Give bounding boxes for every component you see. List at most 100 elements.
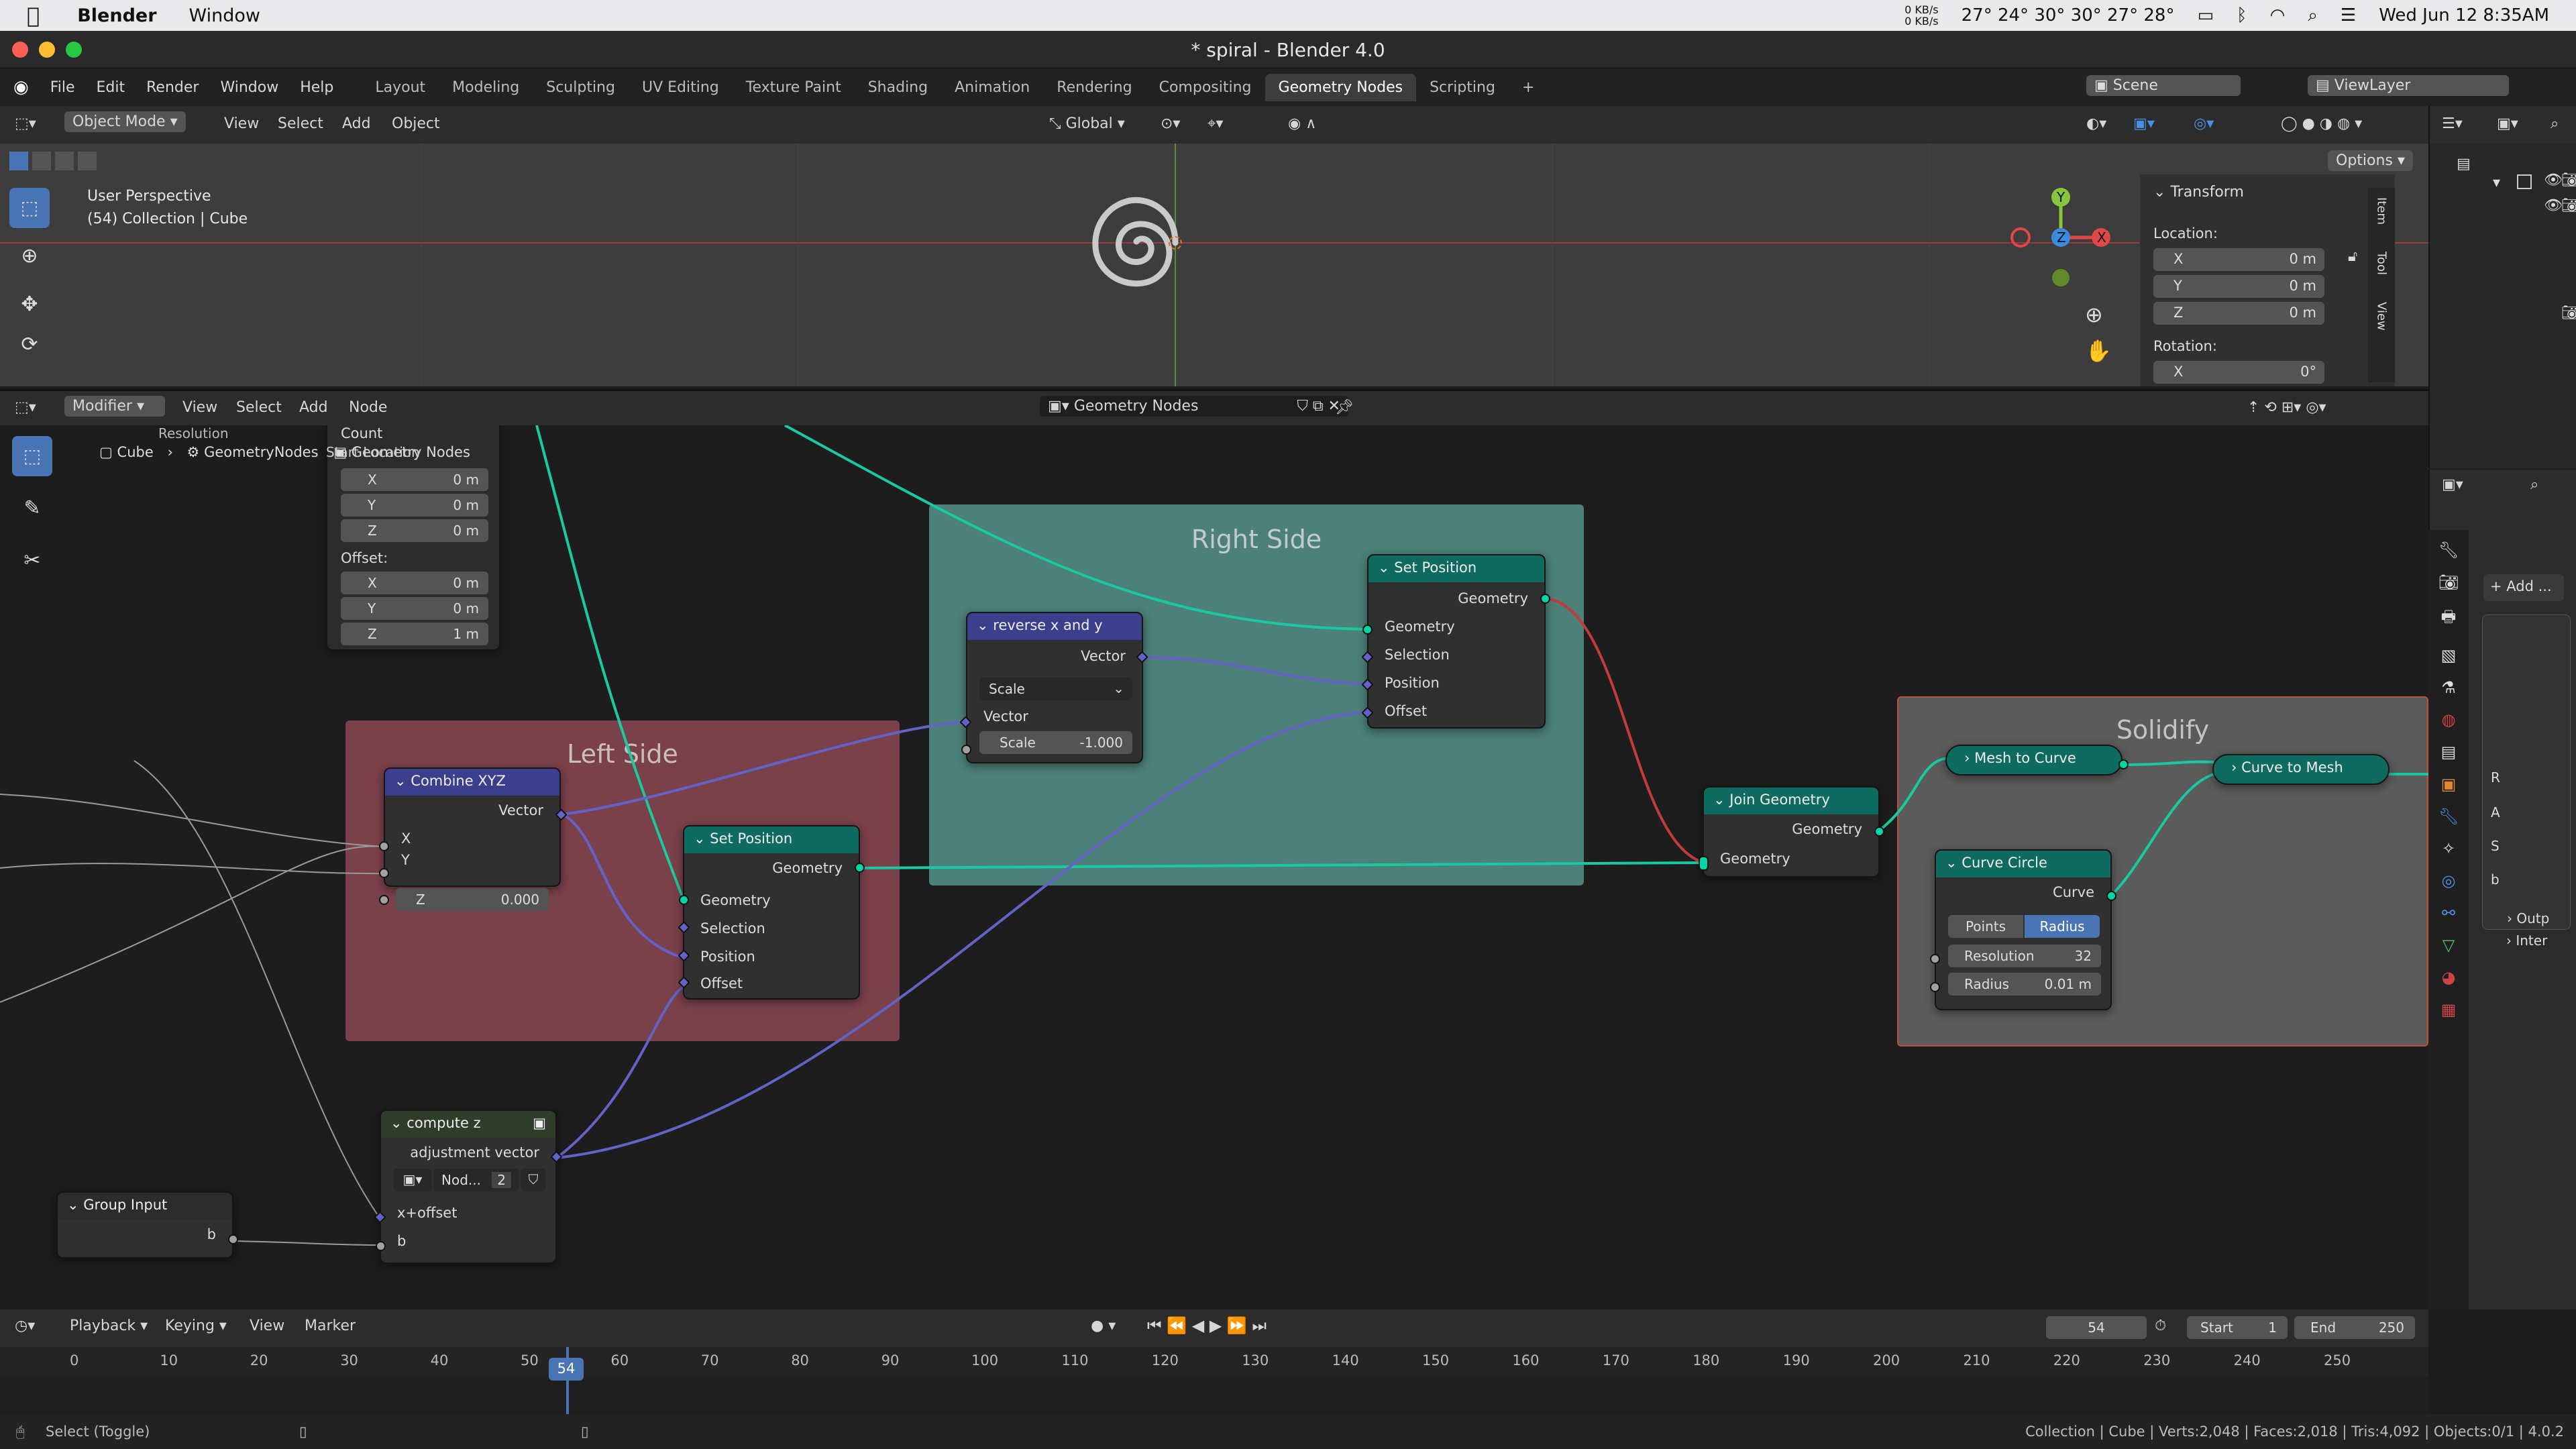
tree-actions-icons[interactable]: ⛉ ⧉ ✕ bbox=[1297, 398, 1340, 415]
snap-icon[interactable]: ⌖▾ bbox=[1208, 115, 1223, 132]
material-tab-icon[interactable]: ◕ bbox=[2442, 968, 2456, 987]
constraints-tab-icon[interactable]: ⚯ bbox=[2442, 904, 2455, 922]
node-header[interactable]: ⌄ reverse x and y bbox=[967, 613, 1142, 640]
record-icon[interactable]: ● ▾ bbox=[1091, 1318, 1116, 1334]
offset-z-field[interactable]: Z 1 m bbox=[341, 623, 488, 645]
node-header[interactable]: ⌄ Join Geometry bbox=[1704, 788, 1878, 814]
physics-tab-icon[interactable]: ◎ bbox=[2442, 871, 2456, 890]
start-x-field[interactable]: X 0 m bbox=[341, 468, 488, 491]
search-icon[interactable]: ⌕ bbox=[2308, 5, 2318, 26]
output-tab-icon[interactable]: 🖶 bbox=[2441, 605, 2457, 633]
start-z-field[interactable]: Z 0 m bbox=[341, 519, 488, 542]
parent-node-tree-icon[interactable]: ⇡ ⟲ ⊞▾ ◎▾ bbox=[2247, 399, 2326, 416]
menu-help[interactable]: Help bbox=[300, 79, 333, 96]
viewport-3d[interactable]: ⬚ ⊕ ✥ ⟳ User Perspective (54) Collection… bbox=[0, 144, 2428, 386]
offset-x-field[interactable]: X 0 m bbox=[341, 572, 488, 594]
operation-dropdown[interactable]: Scale ⌄ bbox=[979, 678, 1132, 700]
texture-tab-icon[interactable]: ▦ bbox=[2441, 1000, 2457, 1019]
node-header[interactable]: › Curve to Mesh bbox=[2214, 755, 2388, 782]
tab-geometry-nodes[interactable]: Geometry Nodes bbox=[1265, 73, 1417, 101]
blender-logo-icon[interactable]: ◉ bbox=[13, 77, 29, 97]
node-combine-xyz[interactable]: ⌄ Combine XYZ Vector X Y bbox=[384, 767, 561, 887]
fake-user-icon[interactable]: ⛉ bbox=[521, 1169, 546, 1191]
node-header[interactable]: ⌄ Set Position bbox=[1368, 555, 1544, 582]
tab-uv-editing[interactable]: UV Editing bbox=[629, 74, 733, 101]
menu-edit[interactable]: Edit bbox=[97, 79, 125, 96]
menu-keying[interactable]: Keying ▾ bbox=[165, 1318, 227, 1334]
menu-window[interactable]: Window bbox=[189, 5, 260, 26]
socket[interactable] bbox=[1699, 856, 1709, 871]
scene-selector[interactable]: ▣ Scene bbox=[2086, 75, 2241, 96]
socket[interactable] bbox=[1362, 625, 1373, 635]
tab-item[interactable]: Item bbox=[2375, 197, 2389, 225]
socket[interactable] bbox=[2118, 759, 2129, 769]
gizmo-icon[interactable]: ▣▾ bbox=[2133, 115, 2155, 132]
node-header[interactable]: ⌄ Group Input bbox=[58, 1193, 232, 1220]
outliner[interactable]: ☰▾ ▣▾ ⌕ ▤ ▾ 👁︎ 📷︎ 👁︎ 📷︎ 📷︎ bbox=[2428, 106, 2576, 468]
start-frame-field[interactable]: Start 1 bbox=[2187, 1316, 2288, 1339]
socket[interactable] bbox=[1540, 594, 1550, 604]
node-compute-z[interactable]: ⌄ compute z ▣ adjustment vector ▣▾ Nod...… bbox=[380, 1110, 557, 1264]
scene-tab-icon[interactable]: ⚗ bbox=[2441, 678, 2456, 697]
outputs-panel[interactable]: › Outp bbox=[2507, 910, 2549, 926]
socket[interactable] bbox=[376, 1241, 386, 1251]
select-box-tool-icon[interactable]: ⬚ bbox=[9, 188, 50, 228]
tab-modeling[interactable]: Modeling bbox=[439, 74, 533, 101]
tab-view[interactable]: View bbox=[2375, 302, 2389, 331]
location-z-field[interactable]: Z 0 m bbox=[2153, 302, 2324, 325]
menu-view[interactable]: View bbox=[250, 1318, 284, 1334]
pin-icon[interactable]: 📌︎ bbox=[1335, 399, 1354, 416]
properties-editor-icon[interactable]: ▣▾ bbox=[2442, 476, 2463, 493]
eye-icon[interactable]: 👁︎ bbox=[2544, 197, 2563, 214]
modifier-context-dropdown[interactable]: Modifier ▾ bbox=[64, 396, 165, 417]
wifi-icon[interactable]: ◠ bbox=[2270, 5, 2286, 25]
node-reverse-x-and-y[interactable]: ⌄ reverse x and y Vector Scale ⌄ Vector S… bbox=[966, 612, 1143, 763]
tab-sculpting[interactable]: Sculpting bbox=[533, 74, 629, 101]
socket[interactable] bbox=[1930, 954, 1940, 964]
navigation-gizmo[interactable]: Y Z X bbox=[1999, 184, 2120, 305]
collection-icon[interactable]: ▤ bbox=[2457, 156, 2471, 172]
combine-z-field[interactable]: Z 0.000 bbox=[396, 888, 549, 911]
node-join-geometry[interactable]: ⌄ Join Geometry Geometry Geometry bbox=[1703, 786, 1880, 877]
scale-field[interactable]: Scale -1.000 bbox=[979, 731, 1132, 754]
editor-type-icon[interactable]: ⬚▾ bbox=[15, 115, 36, 132]
menu-object[interactable]: Object bbox=[392, 115, 440, 132]
mode-radius-button[interactable]: Radius bbox=[2025, 915, 2100, 938]
battery-icon[interactable]: ▭ bbox=[2197, 5, 2214, 25]
socket[interactable] bbox=[1930, 982, 1940, 992]
breadcrumb-object[interactable]: Cube bbox=[117, 444, 154, 460]
camera-icon[interactable]: 📷︎ bbox=[2561, 197, 2576, 214]
node-tree-selector[interactable]: ▣▾ Geometry Nodes ⛉ ⧉ ✕ bbox=[1040, 396, 1348, 417]
data-tab-icon[interactable]: ▽ bbox=[2443, 936, 2455, 955]
world-tab-icon[interactable]: ◍ bbox=[2442, 710, 2456, 729]
viewlayer-selector[interactable]: ▤ ViewLayer bbox=[2308, 75, 2509, 96]
add-workspace-icon[interactable]: + bbox=[1509, 74, 1548, 101]
select-subtract-icon[interactable] bbox=[55, 152, 74, 170]
collection-tab-icon[interactable]: ▤ bbox=[2441, 743, 2457, 761]
mode-points-button[interactable]: Points bbox=[1948, 915, 2023, 938]
proportional-icon[interactable]: ◉ ∧ bbox=[1288, 115, 1316, 132]
ne-menu-view[interactable]: View bbox=[182, 399, 217, 416]
menu-add[interactable]: Add bbox=[342, 115, 371, 132]
overlays-icon[interactable]: ◎▾ bbox=[2194, 115, 2214, 132]
clock-icon[interactable]: ⏱ bbox=[2155, 1318, 2166, 1334]
tab-shading[interactable]: Shading bbox=[855, 74, 941, 101]
node-mesh-to-curve[interactable]: › Mesh to Curve bbox=[1945, 745, 2123, 775]
socket[interactable] bbox=[1874, 826, 1884, 837]
display-mode-icon[interactable]: ▣▾ bbox=[2497, 115, 2518, 132]
apple-icon[interactable]:  bbox=[27, 3, 40, 28]
ne-menu-node[interactable]: Node bbox=[349, 399, 387, 416]
menu-marker[interactable]: Marker bbox=[305, 1318, 356, 1334]
node-header[interactable]: ⌄ Curve Circle bbox=[1936, 851, 2110, 877]
playback-controls[interactable]: ⏮ ⏪ ◀ ▶ ⏩ ⏭ bbox=[1147, 1316, 1267, 1335]
tab-animation[interactable]: Animation bbox=[941, 74, 1043, 101]
transform-section[interactable]: ⌄ Transform bbox=[2153, 184, 2244, 201]
offset-y-field[interactable]: Y 0 m bbox=[341, 597, 488, 620]
rotation-x-field[interactable]: X 0° bbox=[2153, 361, 2324, 384]
tab-tool[interactable]: Tool bbox=[2375, 252, 2389, 275]
modifier-tab-icon[interactable]: 🔧︎ bbox=[2438, 807, 2459, 826]
link-cut-tool-icon[interactable]: ✂ bbox=[12, 541, 52, 581]
node-set-position-right[interactable]: ⌄ Set Position Geometry Geometry Selecti… bbox=[1367, 554, 1546, 729]
select-invert-icon[interactable] bbox=[78, 152, 97, 170]
socket[interactable] bbox=[855, 863, 865, 873]
